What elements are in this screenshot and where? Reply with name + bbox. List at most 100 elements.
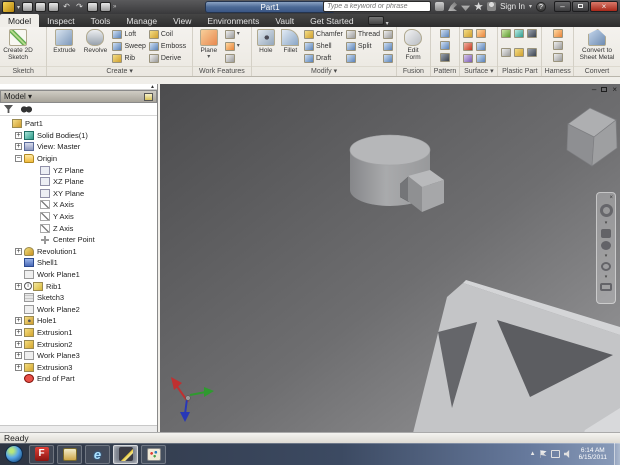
tree-item-yz-plane[interactable]: YZ Plane [0, 164, 157, 176]
restore-button[interactable] [572, 1, 589, 12]
new-file-icon[interactable] [22, 2, 34, 12]
doc-close-icon[interactable]: × [612, 85, 617, 94]
start-button[interactable] [5, 445, 23, 463]
point-button[interactable]: ▾ [224, 40, 241, 52]
derive-button[interactable]: Derive [148, 52, 187, 64]
tree-item-extrusion2[interactable]: + Extrusion2 [0, 338, 157, 350]
tree-item-z-axis[interactable]: Z Axis [0, 222, 157, 234]
hole-button[interactable]: Hole [254, 28, 277, 54]
harness-tool-icon-2[interactable] [552, 41, 563, 50]
tab-inspect[interactable]: Inspect [39, 14, 82, 27]
tab-tools[interactable]: Tools [83, 14, 119, 27]
trim-icon[interactable] [463, 41, 474, 51]
sign-in-button[interactable]: Sign In [500, 2, 525, 11]
action-center-flag-icon[interactable] [539, 450, 547, 458]
full-navigation-wheel-icon[interactable] [599, 204, 613, 217]
browser-top-splitter[interactable]: ▲ [0, 84, 157, 90]
qat-overflow-icon[interactable]: » [113, 4, 116, 10]
draft-button[interactable]: Draft [303, 52, 344, 64]
tree-item-hole1[interactable]: + Hole1 [0, 315, 157, 327]
move-bodies-button[interactable] [382, 28, 394, 40]
redo-icon[interactable]: ↷ [74, 2, 85, 12]
browser-header[interactable]: Model ▾ [0, 90, 157, 103]
tree-item-work-plane3[interactable]: + Work Plane3 [0, 350, 157, 362]
community-icon[interactable] [435, 2, 445, 11]
snap-fit-icon[interactable] [514, 48, 525, 57]
grill-icon[interactable] [501, 29, 512, 38]
sculpt-icon[interactable] [463, 54, 474, 64]
tools-icon[interactable] [448, 2, 458, 11]
rule-fillet-icon[interactable] [527, 48, 538, 57]
orbit-icon[interactable] [601, 262, 611, 271]
taskbar-app-f[interactable]: F [29, 444, 54, 464]
taskbar-clock[interactable]: 6:14 AM 6/15/2011 [579, 447, 607, 461]
modify-panel-label[interactable]: Modify ▾ [252, 66, 397, 76]
sign-in-caret-icon[interactable]: ▾ [529, 3, 532, 10]
ucs-button[interactable] [224, 52, 241, 64]
browser-options-icon[interactable] [144, 92, 153, 101]
navbar-caret-icon[interactable]: ▾ [605, 220, 608, 226]
create-panel-label[interactable]: Create ▾ [47, 66, 192, 76]
tree-item-work-plane1[interactable]: Work Plane1 [0, 269, 157, 281]
sweep-button[interactable]: Sweep [111, 40, 146, 52]
edit-form-button[interactable]: Edit Form [399, 28, 427, 61]
delete-surface-face-icon[interactable] [476, 54, 487, 64]
patch-icon[interactable] [476, 29, 487, 38]
minimize-button[interactable]: – [554, 1, 571, 12]
save-icon[interactable] [48, 2, 60, 12]
taskbar-internet-explorer[interactable]: e [85, 444, 110, 464]
tree-item-revolution1[interactable]: + Revolution1 [0, 246, 157, 258]
stitch-icon[interactable] [463, 29, 474, 38]
app-menu-caret-icon[interactable]: ▾ [17, 4, 20, 11]
lip-icon[interactable] [501, 48, 512, 57]
create-2d-sketch-button[interactable]: Create 2D Sketch [2, 28, 34, 61]
copy-object-button[interactable] [382, 40, 394, 52]
network-icon[interactable] [550, 450, 560, 458]
orbit-caret-icon[interactable]: ▾ [605, 274, 608, 280]
mirror-icon[interactable] [440, 53, 451, 62]
extend-icon[interactable] [476, 41, 487, 51]
find-icon[interactable] [21, 105, 32, 113]
extrude-button[interactable]: Extrude [49, 28, 79, 54]
tree-item-sketch3[interactable]: Sketch3 [0, 292, 157, 304]
navbar-close-icon[interactable]: × [609, 195, 613, 201]
undo-icon[interactable]: ↶ [61, 2, 72, 12]
split-button[interactable]: Split [345, 40, 381, 52]
open-file-icon[interactable] [35, 2, 47, 12]
taskbar-paint[interactable] [141, 444, 166, 464]
taskbar-media-app[interactable] [57, 444, 82, 464]
tree-item-x-axis[interactable]: X Axis [0, 199, 157, 211]
rectangular-pattern-icon[interactable] [440, 29, 451, 38]
downloads-icon[interactable] [461, 5, 471, 11]
volume-icon[interactable] [563, 450, 570, 458]
zoom-caret-icon[interactable]: ▾ [605, 253, 608, 259]
inventor-logo-icon[interactable] [2, 1, 15, 13]
tab-environments[interactable]: Environments [199, 14, 267, 27]
axis-button[interactable]: ▾ [224, 28, 241, 40]
revolve-button[interactable]: Revolve [80, 28, 110, 54]
help-button[interactable]: ? [536, 1, 546, 12]
fillet-button[interactable]: Fillet [279, 28, 302, 54]
tab-view[interactable]: View [165, 14, 199, 27]
surface-panel-label[interactable]: Surface ▾ [460, 66, 498, 76]
browser-horizontal-scrollbar[interactable] [0, 425, 157, 432]
harness-tool-icon-3[interactable] [552, 53, 563, 62]
delete-face-button[interactable] [382, 52, 394, 64]
user-icon[interactable] [487, 2, 497, 11]
show-desktop-button[interactable] [614, 443, 620, 465]
tab-vault[interactable]: Vault [267, 14, 302, 27]
tree-item-center-point[interactable]: Center Point [0, 234, 157, 246]
favorites-star-icon[interactable] [474, 2, 483, 11]
boss-icon[interactable] [514, 29, 525, 38]
loft-button[interactable]: Loft [111, 28, 146, 40]
filter-icon[interactable] [4, 105, 13, 113]
print-icon[interactable] [87, 2, 99, 12]
look-at-icon[interactable] [600, 283, 612, 291]
tab-model[interactable]: Model [0, 14, 40, 27]
taskbar-inventor-active[interactable] [113, 444, 138, 464]
close-button[interactable]: × [590, 1, 618, 12]
tree-item-rib1[interactable]: + i Rib1 [0, 280, 157, 292]
combine-button[interactable] [345, 52, 381, 64]
harness-tool-icon-1[interactable] [552, 29, 563, 38]
appearance-caret-icon[interactable]: ▾ [386, 20, 389, 27]
